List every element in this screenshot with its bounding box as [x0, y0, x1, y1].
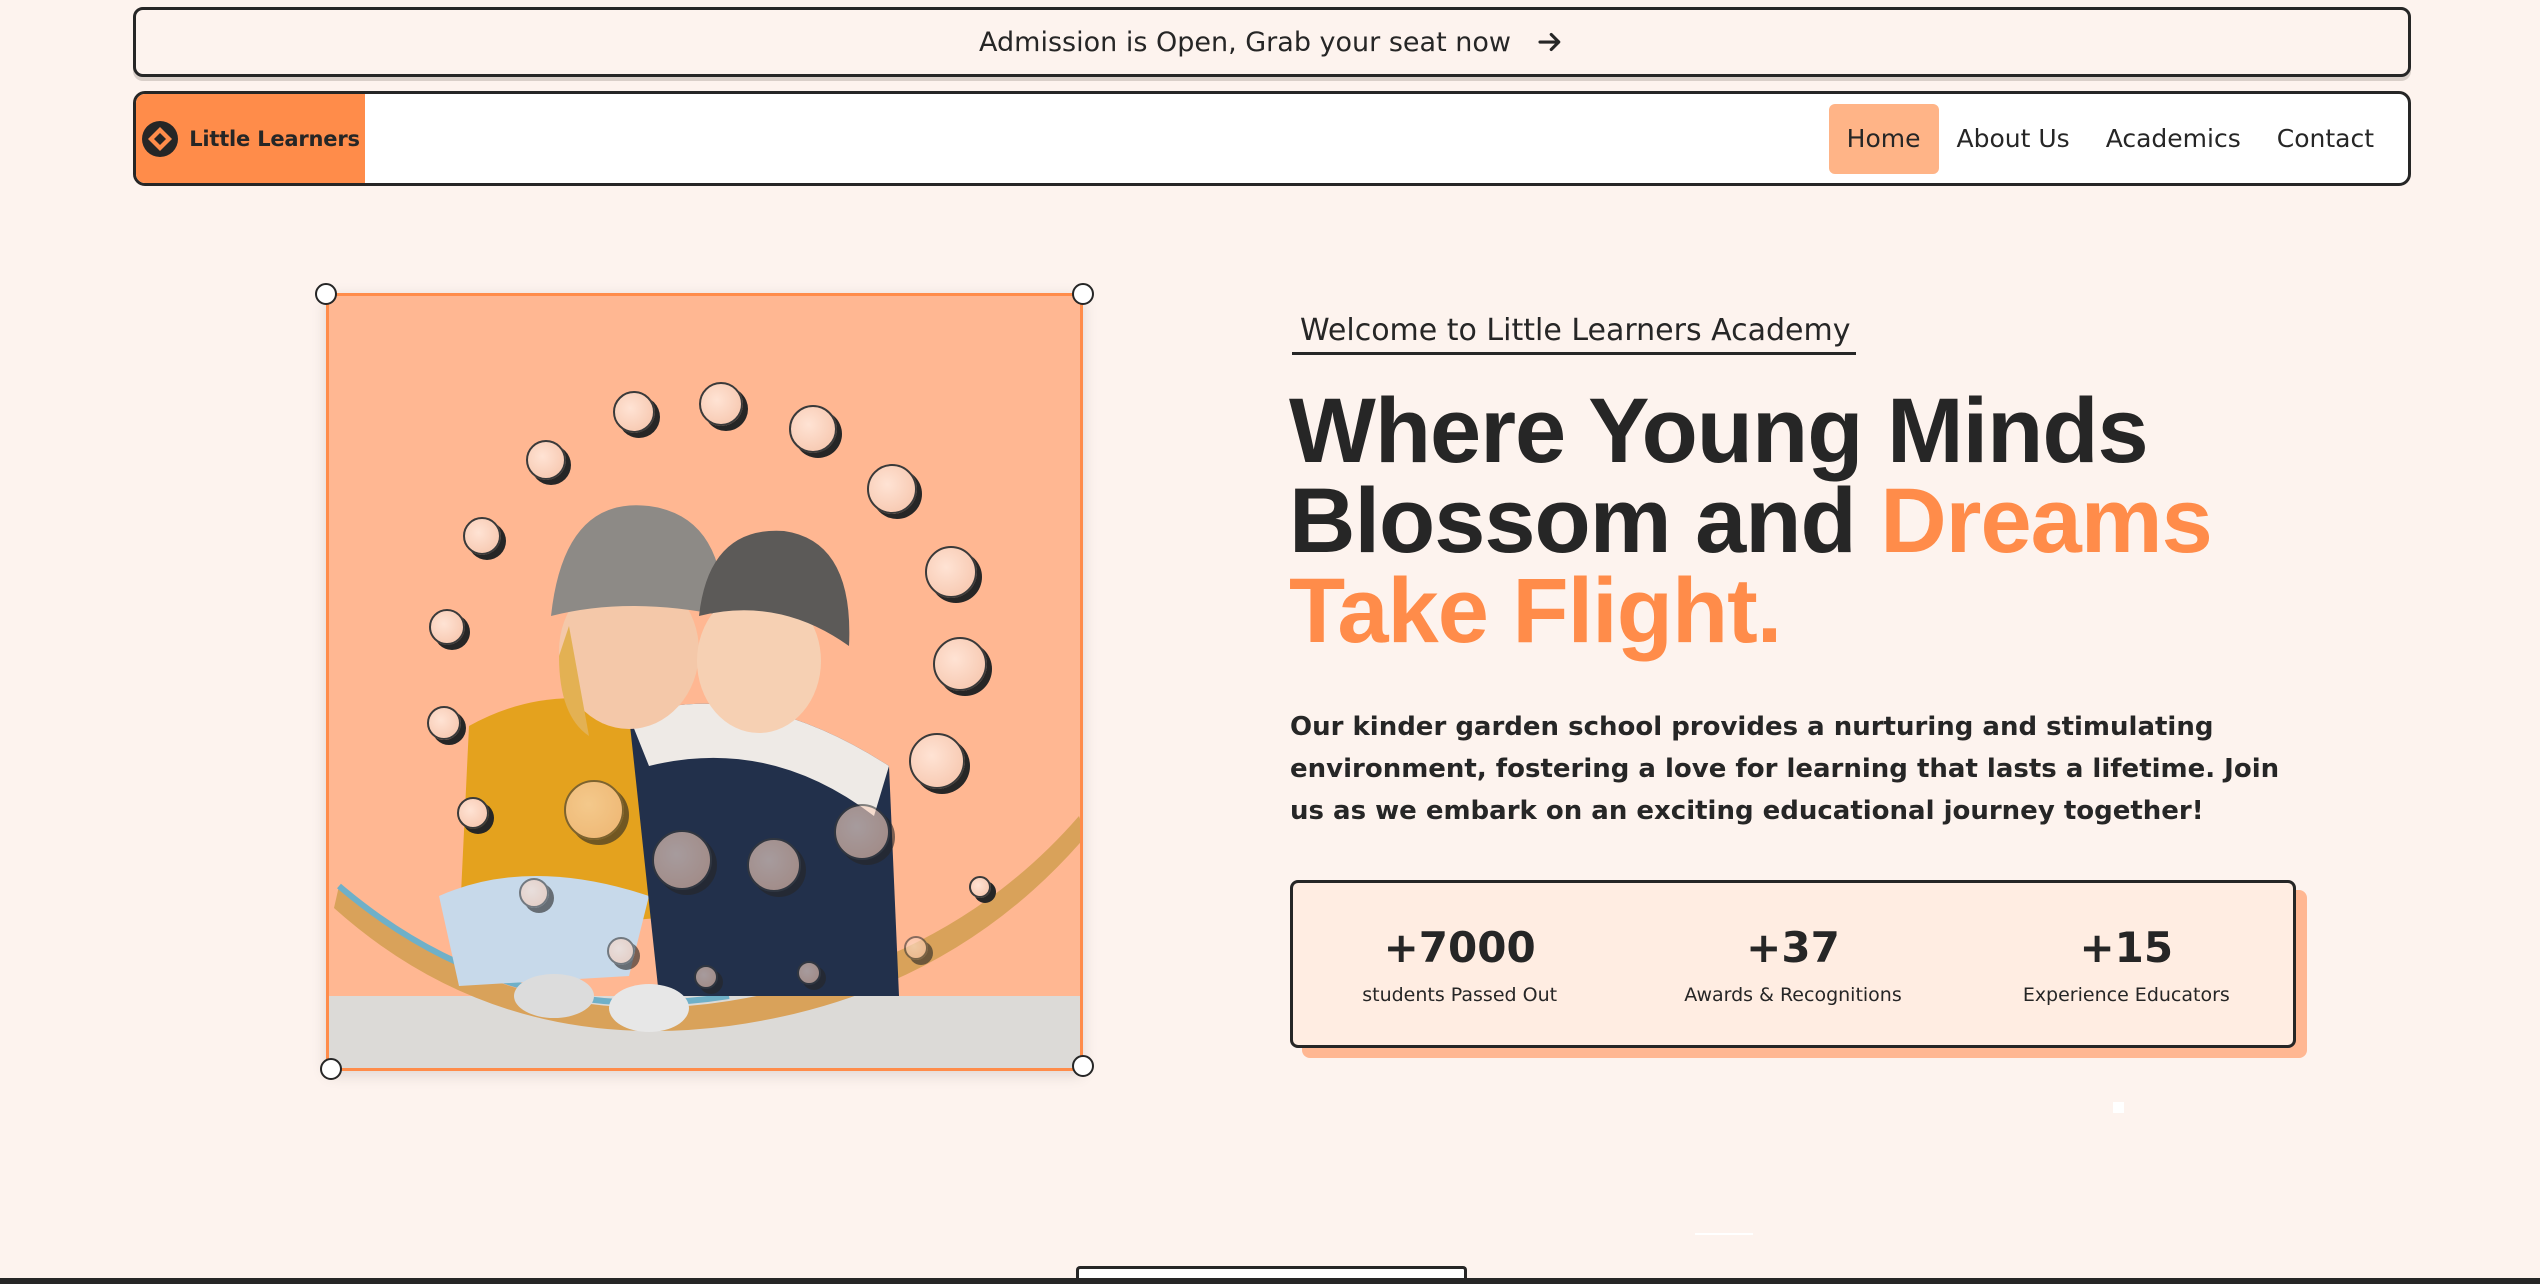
stat-value: +37	[1746, 922, 1840, 972]
stat-students: +7000 students Passed Out	[1310, 923, 1610, 1006]
arrow-right-icon	[1538, 32, 1561, 52]
resize-handle-top-left[interactable]	[315, 283, 337, 305]
decorative-circle	[429, 609, 465, 645]
welcome-heading: Welcome to Little Learners Academy	[1292, 313, 1857, 355]
decorative-circle	[904, 936, 928, 960]
stat-label: Awards & Recognitions	[1684, 983, 1902, 1006]
stat-value: +15	[2079, 922, 2174, 972]
navbar: Little Learners Home About Us Academics …	[133, 91, 2411, 186]
nav-about-us[interactable]: About Us	[1939, 104, 2088, 174]
resize-handle-top-right[interactable]	[1072, 283, 1094, 305]
announcement-bar[interactable]: Admission is Open, Grab your seat now	[133, 7, 2411, 77]
headline-line-2: Blossom and	[1289, 470, 1857, 572]
resize-handle-bottom-right[interactable]	[1072, 1055, 1094, 1077]
decorative-circle	[564, 780, 624, 840]
decorative-circle	[652, 830, 712, 890]
stat-label: Experience Educators	[2022, 983, 2230, 1006]
stats-card: +7000 students Passed Out +37 Awards & R…	[1290, 880, 2296, 1048]
decorative-circle	[607, 937, 635, 965]
decorative-circle	[909, 733, 965, 789]
decorative-circle	[699, 382, 743, 426]
decorative-dot	[2113, 1102, 2124, 1113]
announcement-text: Admission is Open, Grab your seat now	[979, 26, 1511, 58]
nav-contact[interactable]: Contact	[2259, 104, 2392, 174]
decorative-circle	[747, 838, 801, 892]
decorative-circle	[694, 965, 718, 989]
decorative-circle	[867, 464, 917, 514]
headline-line-1: Where Young Minds	[1289, 380, 2149, 482]
decorative-circle	[789, 405, 837, 453]
hero-image	[326, 293, 1083, 1071]
decorative-circle	[457, 797, 489, 829]
nav-academics[interactable]: Academics	[2088, 104, 2259, 174]
decorative-circle	[933, 637, 987, 691]
stat-label: students Passed Out	[1362, 983, 1558, 1006]
diamond-logo-icon	[142, 120, 179, 157]
decorative-circle	[925, 546, 977, 598]
decorative-circle	[463, 517, 501, 555]
decorative-circle	[519, 878, 549, 908]
headline-accent-2: Take Flight.	[1289, 560, 1782, 662]
decorative-circle	[797, 961, 821, 985]
decorative-line	[1695, 1233, 1753, 1235]
hero-description: Our kinder garden school provides a nurt…	[1290, 712, 2280, 826]
resize-handle-bottom-left[interactable]	[320, 1058, 342, 1080]
nav-links: Home About Us Academics Contact	[1828, 103, 2392, 174]
stat-educators: +15 Experience Educators	[1976, 923, 2276, 1006]
logo[interactable]: Little Learners	[136, 94, 365, 183]
decorative-circle	[427, 706, 461, 740]
section-divider	[0, 1278, 2540, 1284]
decorative-circle	[834, 804, 890, 860]
nav-home[interactable]: Home	[1828, 103, 1939, 174]
decorative-circle	[969, 876, 991, 898]
headline-accent-1: Dreams	[1880, 470, 2213, 572]
stat-awards: +37 Awards & Recognitions	[1643, 923, 1943, 1006]
decorative-circle	[526, 440, 566, 480]
hero-headline: Where Young Minds Blossom and Dreams Tak…	[1289, 385, 2289, 657]
decorative-circle	[613, 391, 655, 433]
logo-text: Little Learners	[189, 126, 360, 151]
stat-value: +7000	[1383, 922, 1536, 972]
